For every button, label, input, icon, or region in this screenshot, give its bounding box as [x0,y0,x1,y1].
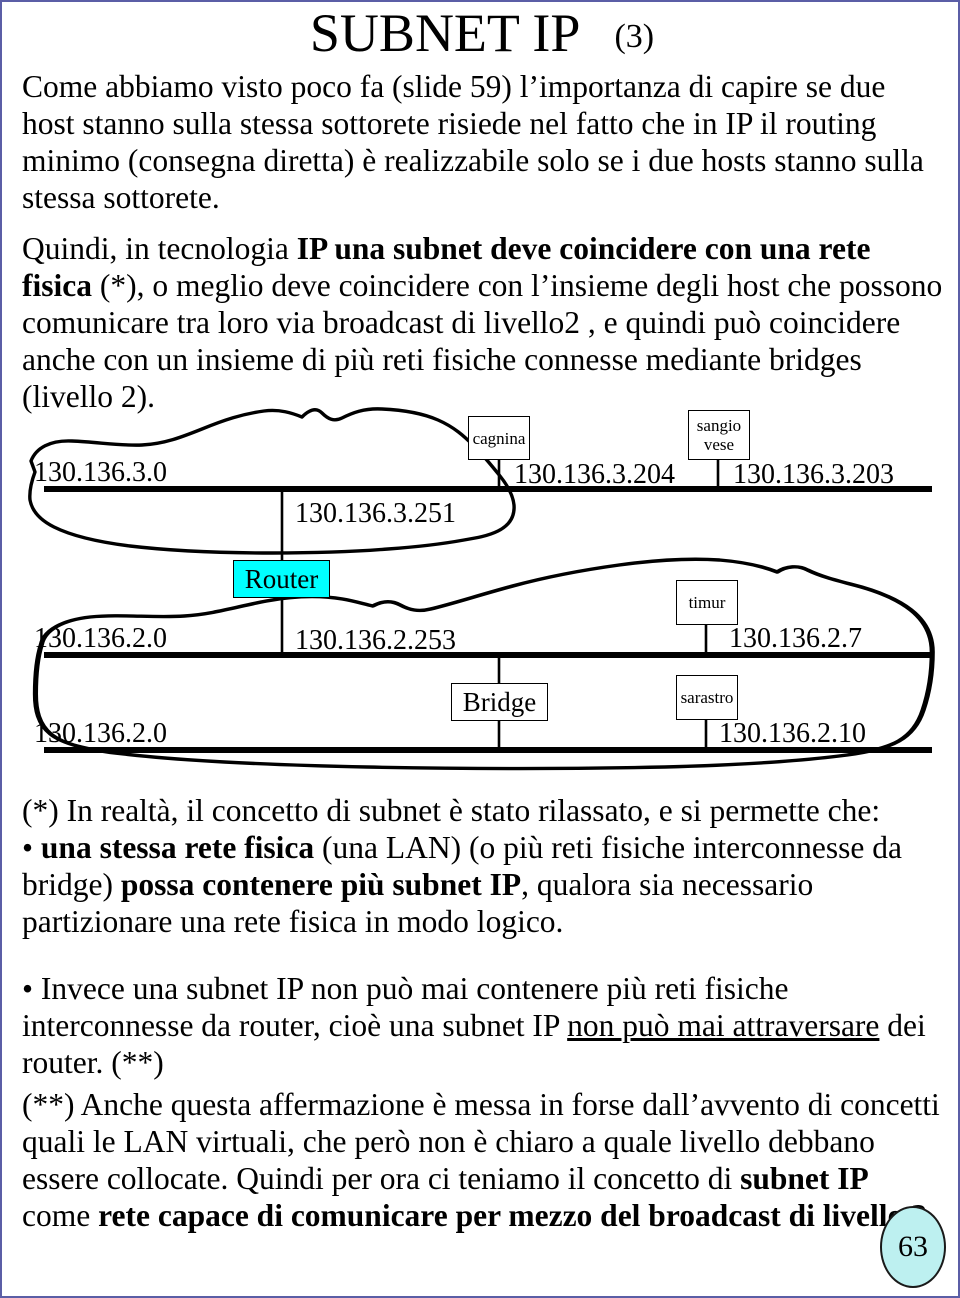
page-title: SUBNET IP (3) [2,6,960,60]
p4-space [33,830,41,865]
bridge-label: Bridge [462,686,537,717]
host-name-sarastro: sarastro [680,688,734,707]
p6-part-b-bold: subnet IP [740,1161,869,1196]
slide: SUBNET IP (3) Come abbiamo visto poco fa … [0,0,960,1298]
title-text: SUBNET IP [309,3,581,63]
host-box-timur: timur [676,580,738,625]
p6-part-d-bold: rete capace di comunicare per mezzo del … [98,1198,935,1233]
label-ip-cagnina: 130.136.3.204 [514,459,675,490]
p6-part-c: come [22,1198,99,1233]
label-ip-timur: 130.136.2.7 [729,623,862,654]
p5-underlined: non può mai attraversare [567,1008,880,1043]
bullet-marker-1: • [22,830,34,865]
label-ip-sangiovese: 130.136.3.203 [733,459,894,490]
host-box-sangiovese: sangio vese [688,410,750,460]
paragraph-footnote-doublestar: (**) Anche questa affermazione è messa i… [22,1086,944,1234]
network-diagram: cagnina sangio vese timur sarastro Route… [2,400,960,772]
label-network-130-136-2-0-lower: 130.136.2.0 [34,718,167,749]
page-number-badge: 63 [880,1206,946,1288]
label-ip-sarastro: 130.136.2.10 [719,718,866,749]
host-name-sangiovese-line1: sangio [696,416,742,435]
paragraph-footnote-star: (*) In realtà, il concetto di subnet è s… [22,792,944,829]
label-router-if-2: 130.136.2.253 [295,625,456,656]
label-router-if-3: 130.136.3.251 [295,498,456,529]
paragraph-subnet-definition: Quindi, in tecnologia IP una subnet deve… [22,230,944,415]
p2-part-c: (*), o meglio deve coincidere con l’insi… [22,268,943,414]
label-network-130-136-3-0: 130.136.3.0 [34,457,167,488]
p2-part-a: Quindi, in tecnologia [22,231,297,266]
host-box-sarastro: sarastro [676,675,738,720]
title-suffix: (3) [614,18,655,55]
router-label: Router [244,563,319,594]
host-name-cagnina: cagnina [472,428,526,448]
bridge-box: Bridge [451,683,548,721]
host-name-sangiovese-line2: vese [703,435,735,454]
bullet-marker-2: • [22,971,34,1006]
paragraph-bullet-lan: • una stessa rete fisica (una LAN) (o pi… [22,829,944,940]
paragraph-bullet-router: • Invece una subnet IP non può mai conte… [22,970,944,1081]
host-box-cagnina: cagnina [468,416,530,460]
label-network-130-136-2-0-upper: 130.136.2.0 [34,623,167,654]
router-box: Router [233,560,330,598]
host-name-timur: timur [688,593,726,612]
paragraph-intro-text: Come abbiamo visto poco fa (slide 59) l’… [22,69,924,215]
p4-part-b-bold: una stessa rete fisica [40,830,315,865]
paragraph-intro: Come abbiamo visto poco fa (slide 59) l’… [22,68,944,216]
page-number-text: 63 [898,1230,928,1263]
p3-text: (*) In realtà, il concetto di subnet è s… [22,793,881,828]
p4-part-d-bold: possa contenere più subnet IP [120,867,522,902]
